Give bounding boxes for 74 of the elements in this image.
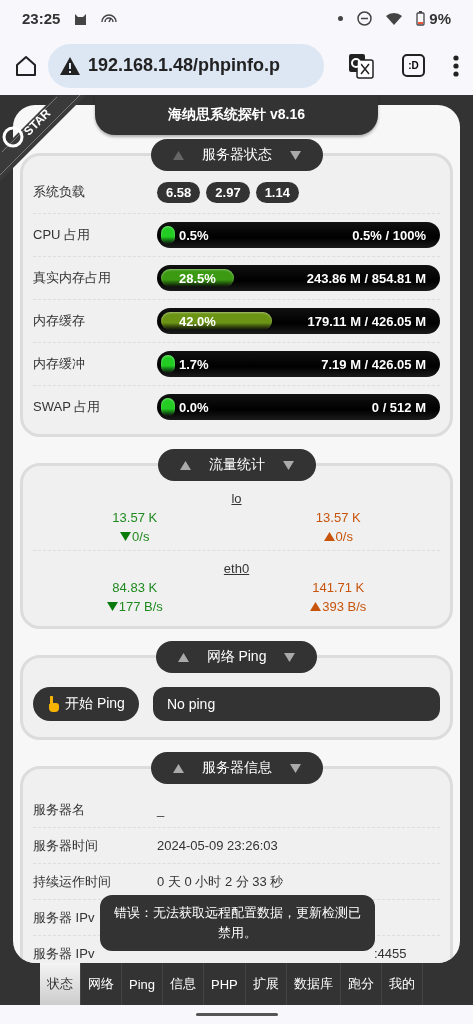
bar-reading: 0 / 512 M bbox=[371, 399, 426, 415]
warning-icon bbox=[60, 56, 80, 75]
upload-rate: 0/s bbox=[335, 529, 353, 544]
start-ping-button[interactable]: 开始 Ping bbox=[33, 687, 139, 721]
info-label: 服务器时间 bbox=[33, 836, 98, 855]
section-header[interactable]: 网络 Ping bbox=[155, 641, 318, 673]
translate-icon[interactable] bbox=[348, 52, 374, 79]
expand-icon bbox=[289, 763, 301, 773]
collapse-icon bbox=[177, 652, 189, 662]
expand-icon bbox=[282, 460, 294, 470]
address-bar[interactable]: 192.168.1.48/phpinfo.p bbox=[48, 43, 324, 88]
info-label: 服务器 IPv bbox=[33, 944, 95, 963]
sent-total: 141.71 K bbox=[312, 580, 365, 595]
row-label: CPU 占用 bbox=[33, 226, 91, 244]
pointing-hand-icon bbox=[47, 696, 59, 712]
collapse-icon bbox=[172, 150, 184, 160]
collapse-icon bbox=[172, 763, 184, 773]
info-label: 服务器名 bbox=[33, 800, 85, 819]
info-value: 2024-05-09 23:26:03 bbox=[157, 838, 278, 853]
page-title: 海纳思系统探针 v8.16 bbox=[95, 95, 378, 135]
bar-reading: 179.11 M / 426.05 M bbox=[307, 313, 426, 329]
info-label: 持续运作时间 bbox=[33, 872, 111, 891]
battery-icon bbox=[416, 10, 426, 26]
bar-reading: 7.19 M / 426.05 M bbox=[321, 356, 426, 372]
row-label: 真实内存占用 bbox=[33, 269, 111, 287]
bar-percent: 1.7% bbox=[179, 356, 209, 372]
load-value: 6.58 bbox=[157, 181, 201, 203]
info-label: 服务器 IPv bbox=[33, 908, 95, 927]
bar-percent: 0.0% bbox=[179, 399, 209, 415]
collapse-icon bbox=[179, 460, 191, 470]
info-value: 0 天 0 小时 2 分 33 秒 bbox=[157, 872, 284, 891]
wifi-icon bbox=[386, 11, 403, 25]
nav-tab[interactable]: 状态 bbox=[40, 963, 81, 1005]
interface-name[interactable]: lo bbox=[231, 491, 242, 506]
row-label: SWAP 占用 bbox=[33, 398, 101, 416]
down-arrow-icon bbox=[106, 602, 118, 611]
sent-total: 13.57 K bbox=[315, 510, 361, 525]
info-value: _ bbox=[157, 802, 165, 817]
load-value: 1.14 bbox=[255, 181, 299, 203]
expand-icon bbox=[284, 652, 296, 662]
bar-percent: 28.5% bbox=[179, 270, 216, 286]
bar-reading: 0.5% / 100% bbox=[352, 227, 426, 243]
do-not-disturb-icon bbox=[357, 10, 373, 26]
up-arrow-icon bbox=[323, 532, 335, 541]
dot-icon bbox=[338, 15, 344, 21]
up-arrow-icon bbox=[310, 602, 322, 611]
received-total: 84.83 K bbox=[112, 580, 158, 595]
clock: 23:25 bbox=[22, 9, 61, 27]
battery-percent: 9% bbox=[429, 9, 451, 27]
error-toast: 错误：无法获取远程配置数据，更新检测已禁用。 bbox=[100, 895, 375, 951]
hotspot-icon bbox=[101, 13, 118, 23]
download-rate: 0/s bbox=[132, 529, 150, 544]
section-header[interactable]: 流量统计 bbox=[157, 449, 316, 481]
bar-reading: 243.86 M / 854.81 M bbox=[306, 270, 426, 286]
bar-percent: 0.5% bbox=[179, 227, 209, 243]
bar-percent: 42.0% bbox=[179, 313, 216, 329]
section-header[interactable]: 服务器信息 bbox=[150, 752, 323, 784]
section-header[interactable]: 服务器状态 bbox=[150, 139, 323, 171]
row-label: 系统负载 bbox=[33, 183, 85, 201]
menu-icon[interactable] bbox=[453, 54, 459, 77]
received-total: 13.57 K bbox=[112, 510, 158, 525]
download-rate: 177 B/s bbox=[118, 599, 163, 614]
ping-result: No ping bbox=[152, 687, 440, 721]
row-label: 内存缓冲 bbox=[33, 355, 85, 373]
down-arrow-icon bbox=[120, 532, 132, 541]
home-icon[interactable] bbox=[14, 53, 38, 78]
load-value: 2.97 bbox=[206, 181, 250, 203]
interface-name[interactable]: eth0 bbox=[223, 561, 250, 576]
cat-icon bbox=[74, 11, 88, 25]
expand-icon bbox=[289, 150, 301, 160]
tab-switcher[interactable]: :D bbox=[402, 54, 425, 77]
upload-rate: 393 B/s bbox=[322, 599, 367, 614]
info-value: :4455 bbox=[374, 946, 407, 961]
row-label: 内存缓存 bbox=[33, 312, 85, 330]
